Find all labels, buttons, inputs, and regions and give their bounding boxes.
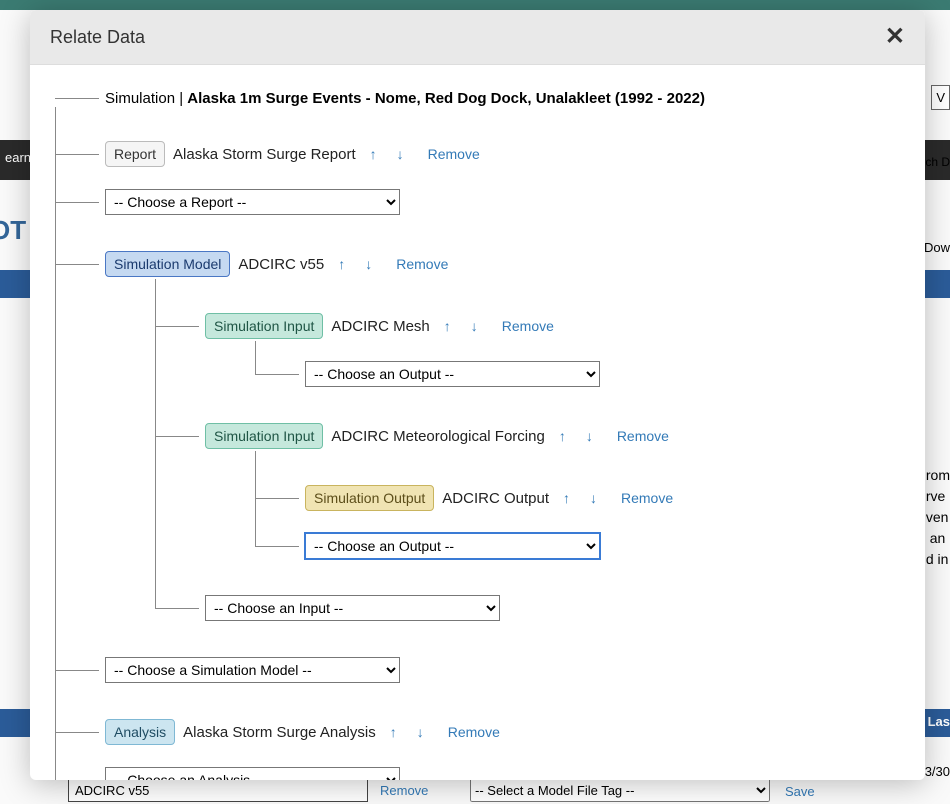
simmodel-children: Simulation Input ADCIRC Mesh ↑ ↓ Remove	[155, 279, 880, 623]
remove-link[interactable]: Remove	[428, 146, 480, 162]
close-icon[interactable]: ✕	[885, 25, 905, 49]
root-children: Report Alaska Storm Surge Report ↑ ↓ Rem…	[55, 107, 880, 780]
choose-input-node: -- Choose an Input --	[155, 561, 880, 623]
simoutput-node: Simulation Output ADCIRC Output ↑ ↓ Remo…	[255, 451, 880, 513]
choose-simmodel-select[interactable]: -- Choose a Simulation Model --	[105, 657, 400, 683]
move-down-icon[interactable]: ↓	[359, 256, 378, 272]
move-up-icon[interactable]: ↑	[557, 490, 576, 506]
date-frag: 3/30	[925, 764, 950, 779]
report-name: Alaska Storm Surge Report	[173, 146, 356, 163]
siminput-1-children: -- Choose an Output --	[255, 341, 880, 389]
choose-simmodel-node: -- Choose a Simulation Model --	[55, 623, 880, 685]
modal-body: Simulation | Alaska 1m Surge Events - No…	[30, 65, 925, 780]
move-down-icon[interactable]: ↓	[391, 146, 410, 162]
move-down-icon[interactable]: ↓	[465, 318, 484, 334]
simoutput-name: ADCIRC Output	[442, 490, 549, 507]
remove-link[interactable]: Remove	[448, 724, 500, 740]
siminput-1-node: Simulation Input ADCIRC Mesh ↑ ↓ Remove	[155, 279, 880, 389]
move-up-icon[interactable]: ↑	[384, 724, 403, 740]
relation-tree: Simulation | Alaska 1m Surge Events - No…	[55, 90, 880, 780]
search-frag: rch D	[921, 155, 950, 169]
analysis-tag: Analysis	[105, 719, 175, 745]
choose-analysis-node: -- Choose an Analysis --	[55, 747, 880, 780]
v-frag: V	[931, 85, 950, 110]
tree-root: Simulation | Alaska 1m Surge Events - No…	[105, 90, 880, 107]
remove-link[interactable]: Remove	[617, 428, 669, 444]
save-link[interactable]: Save	[785, 784, 815, 799]
model-file-tag-select[interactable]: -- Select a Model File Tag --	[470, 778, 770, 802]
root-name: Alaska 1m Surge Events - Nome, Red Dog D…	[187, 90, 705, 107]
move-up-icon[interactable]: ↑	[438, 318, 457, 334]
choose-analysis-select[interactable]: -- Choose an Analysis --	[105, 767, 400, 780]
simulation-model-tag: Simulation Model	[105, 251, 230, 277]
remove-link[interactable]: Remove	[396, 256, 448, 272]
analysis-name: Alaska Storm Surge Analysis	[183, 724, 376, 741]
right-text-frag: rom rve ven an d in	[926, 465, 950, 570]
choose-output-2-node: -- Choose an Output --	[255, 513, 880, 561]
siminput-2-node: Simulation Input ADCIRC Meteorological F…	[155, 389, 880, 561]
adcirc-input[interactable]	[68, 778, 368, 802]
remove-link-bottom[interactable]: Remove	[380, 783, 428, 798]
simulation-input-tag: Simulation Input	[205, 423, 323, 449]
las-frag: Las	[928, 714, 950, 729]
root-prefix: Simulation |	[105, 90, 187, 107]
choose-input-select[interactable]: -- Choose an Input --	[205, 595, 500, 621]
dow-frag: Dow	[924, 240, 950, 255]
move-down-icon[interactable]: ↓	[580, 428, 599, 444]
move-up-icon[interactable]: ↑	[364, 146, 383, 162]
simulation-output-tag: Simulation Output	[305, 485, 434, 511]
move-up-icon[interactable]: ↑	[332, 256, 351, 272]
simmodel-node: Simulation Model ADCIRC v55 ↑ ↓ Remove S…	[55, 217, 880, 623]
choose-output-select[interactable]: -- Choose an Output --	[305, 361, 600, 387]
choose-report-node: -- Choose a Report --	[55, 169, 880, 217]
choose-output-1-node: -- Choose an Output --	[255, 341, 880, 389]
remove-link[interactable]: Remove	[621, 490, 673, 506]
move-up-icon[interactable]: ↑	[553, 428, 572, 444]
modal-header: Relate Data ✕	[30, 10, 925, 65]
simmodel-name: ADCIRC v55	[238, 256, 324, 273]
remove-link[interactable]: Remove	[502, 318, 554, 334]
relate-data-modal: Relate Data ✕ Simulation | Alaska 1m Sur…	[30, 10, 925, 780]
siminput-2-children: Simulation Output ADCIRC Output ↑ ↓ Remo…	[255, 451, 880, 561]
ot-text: OT	[0, 215, 26, 246]
report-node: Report Alaska Storm Surge Report ↑ ↓ Rem…	[55, 107, 880, 169]
move-down-icon[interactable]: ↓	[411, 724, 430, 740]
analysis-node: Analysis Alaska Storm Surge Analysis ↑ ↓…	[55, 685, 880, 747]
move-down-icon[interactable]: ↓	[584, 490, 603, 506]
report-tag: Report	[105, 141, 165, 167]
choose-output-select[interactable]: -- Choose an Output --	[305, 533, 600, 559]
modal-title: Relate Data	[50, 27, 145, 48]
siminput-1-name: ADCIRC Mesh	[331, 318, 429, 335]
simulation-input-tag: Simulation Input	[205, 313, 323, 339]
siminput-2-name: ADCIRC Meteorological Forcing	[331, 428, 544, 445]
choose-report-select[interactable]: -- Choose a Report --	[105, 189, 400, 215]
